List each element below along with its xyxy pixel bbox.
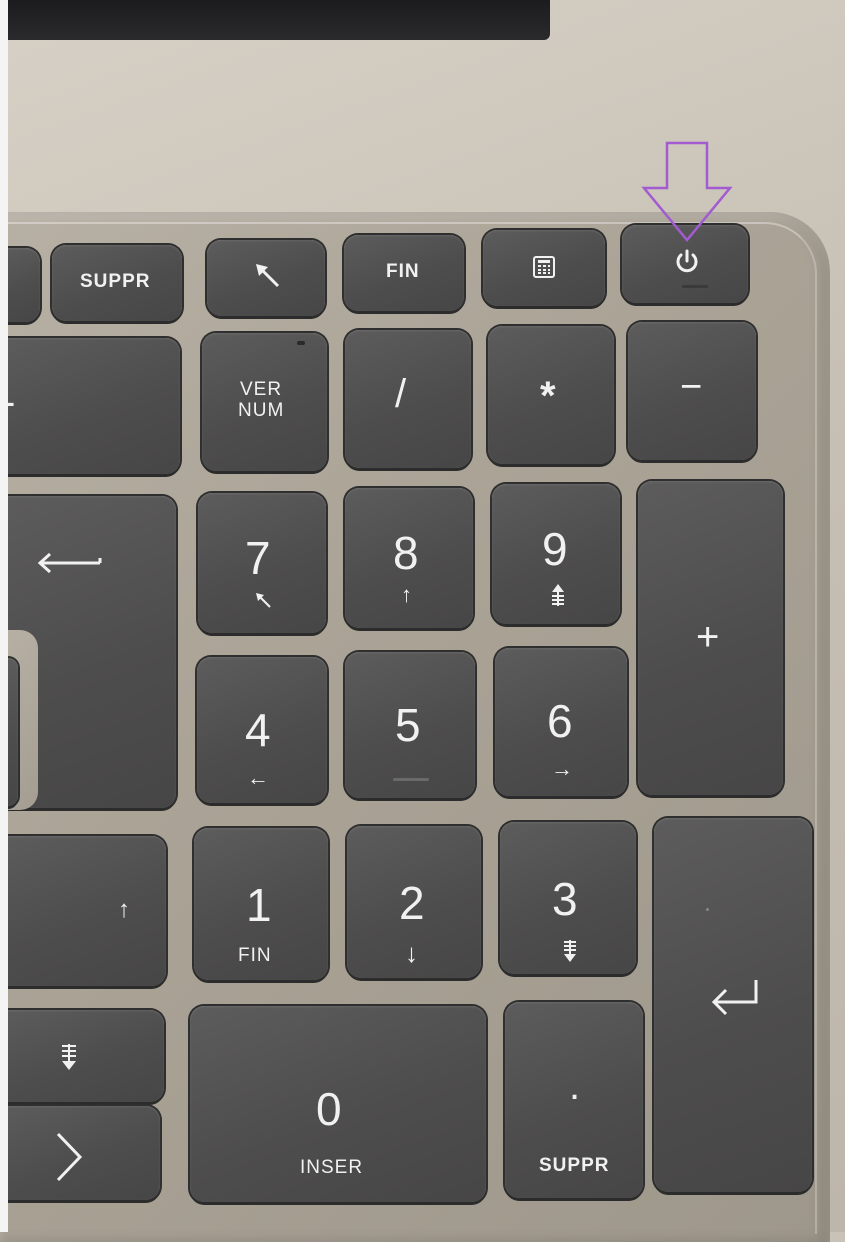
chevron-right-icon [56, 1132, 83, 1182]
key-0[interactable]: 0 INSER [190, 1006, 486, 1202]
key-6-label: 6 [547, 695, 573, 747]
key-0-label: 0 [316, 1083, 342, 1135]
home-arrow-small-icon [256, 593, 271, 608]
keyboard-photo: SUPPR FIN - VER NUM / * − 7 8 ↑ 9 + 4 ← … [0, 0, 845, 1242]
key-1-label: 1 [246, 879, 272, 931]
key-9-label: 9 [542, 523, 568, 575]
fin-key[interactable]: FIN [344, 235, 464, 311]
decimal-key[interactable]: . SUPPR [505, 1002, 643, 1198]
home-arrow-icon [256, 264, 280, 288]
key-2[interactable]: 2 ↓ [347, 826, 481, 978]
numpad-enter-key[interactable] [654, 818, 812, 1192]
fin-key-label: FIN [386, 261, 420, 282]
key-8-up-arrow: ↑ [401, 582, 412, 607]
key-0-sub: INSER [300, 1157, 364, 1178]
key-2-down-arrow: ↓ [405, 938, 418, 968]
key-3[interactable]: 3 [500, 822, 636, 974]
num-lock-key[interactable]: VER NUM [202, 333, 327, 471]
key-8-label: 8 [393, 527, 419, 579]
key-3-label: 3 [552, 873, 578, 925]
right-arrow-key-partial[interactable] [0, 1106, 160, 1200]
key-4-left-arrow: ← [247, 765, 269, 790]
slash-key-label: / [395, 372, 407, 416]
key-5-bump [393, 778, 429, 781]
slash-key[interactable]: / [345, 330, 471, 468]
page-up-icon [552, 584, 564, 606]
power-led [682, 285, 708, 288]
shift-up-arrow: ↑ [118, 896, 130, 923]
enter-arrow-icon [37, 552, 102, 574]
key-2-label: 2 [399, 877, 425, 929]
page-down-icon [564, 940, 576, 962]
key-5-label: 5 [395, 699, 421, 751]
minus-key-label: − [680, 366, 703, 408]
calculator-icon [533, 256, 555, 278]
suppr-key-label: SUPPR [80, 271, 151, 292]
backspace-key-partial[interactable]: - [0, 338, 180, 474]
page-down-key-partial[interactable] [0, 1010, 164, 1102]
shift-key-partial[interactable]: ↑ [0, 836, 166, 986]
key-7[interactable]: 7 [198, 493, 326, 633]
annotation-down-arrow-icon [641, 141, 733, 242]
minus-key[interactable]: − [628, 322, 756, 460]
home-key[interactable] [207, 240, 325, 316]
key-8[interactable]: 8 ↑ [345, 488, 473, 628]
key-6[interactable]: 6 → [495, 648, 627, 796]
num-lock-line2: NUM [238, 400, 285, 421]
plus-key-label: + [696, 615, 720, 659]
calculator-key[interactable] [483, 230, 605, 306]
plus-key[interactable]: + [638, 481, 783, 795]
asterisk-key-label: * [540, 374, 556, 418]
decimal-key-sub: SUPPR [539, 1155, 610, 1176]
key-1[interactable]: 1 FIN [194, 828, 328, 980]
asterisk-key[interactable]: * [488, 326, 614, 464]
num-lock-line1: VER [240, 379, 283, 400]
key-4-label: 4 [245, 704, 271, 756]
suppr-key[interactable]: SUPPR [52, 245, 182, 321]
left-edge [0, 0, 8, 1232]
key-5[interactable]: 5 [345, 652, 475, 798]
power-icon [676, 249, 698, 273]
screen-edge [0, 0, 550, 40]
key-1-sub: FIN [238, 945, 272, 966]
key-9[interactable]: 9 [492, 484, 620, 624]
decimal-key-label: . [569, 1064, 581, 1108]
num-lock-led [297, 341, 305, 345]
enter-icon [711, 980, 758, 1016]
enter-key-mark [706, 908, 709, 911]
key-4[interactable]: 4 ← [197, 657, 327, 803]
page-down-icon-left [62, 1044, 76, 1070]
key-6-right-arrow: → [551, 756, 573, 781]
key-7-label: 7 [245, 532, 271, 584]
